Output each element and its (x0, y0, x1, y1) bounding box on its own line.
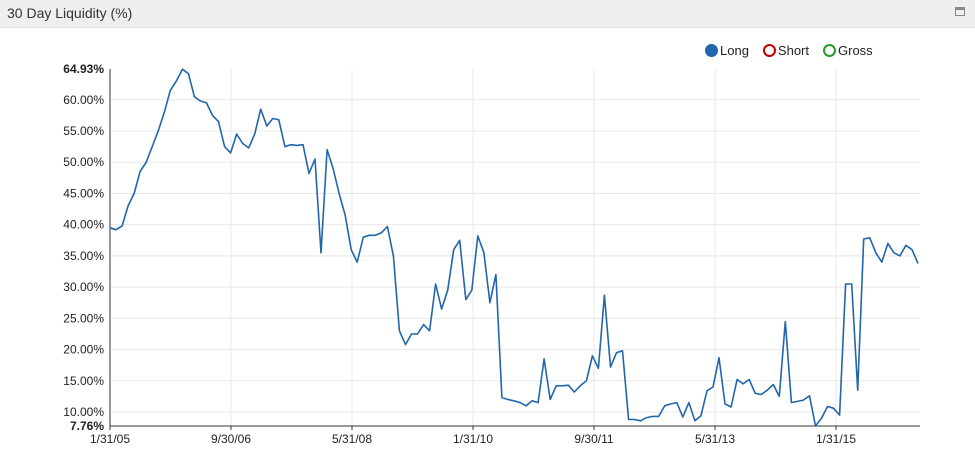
y-tick-label: 55.00% (63, 124, 104, 138)
maximize-icon[interactable] (955, 7, 965, 16)
y-tick-label: 50.00% (63, 155, 104, 169)
x-tick-label: 9/30/11 (574, 432, 613, 446)
x-tick-label: 5/31/08 (332, 432, 372, 446)
x-tick-label: 1/31/10 (453, 432, 493, 446)
y-max-label: 64.93% (63, 62, 104, 76)
y-tick-label: 30.00% (63, 280, 104, 294)
y-min-label: 7.76% (70, 419, 104, 433)
x-tick-label: 9/30/06 (211, 432, 251, 446)
panel-title: 30 Day Liquidity (%) (7, 5, 133, 21)
liquidity-chart: 10.00% 15.00% 20.00% 25.00% 30.00% 35.00% 40.0… (63, 62, 920, 446)
panel-header: 30 Day Liquidity (%) (0, 0, 975, 28)
y-tick-label: 35.00% (63, 249, 104, 263)
x-tick-label: 1/31/05 (90, 432, 130, 446)
x-tick-label: 5/31/13 (695, 432, 735, 446)
y-tick-label: 10.00% (63, 405, 104, 419)
x-tick-label: 1/31/15 (816, 432, 856, 446)
y-tick-label: 40.00% (63, 218, 104, 232)
y-tick-label: 60.00% (63, 93, 104, 107)
y-tick-label: 25.00% (63, 311, 104, 325)
y-tick-label: 20.00% (63, 343, 104, 357)
y-tick-label: 15.00% (63, 374, 104, 388)
y-tick-label: 45.00% (63, 186, 104, 200)
